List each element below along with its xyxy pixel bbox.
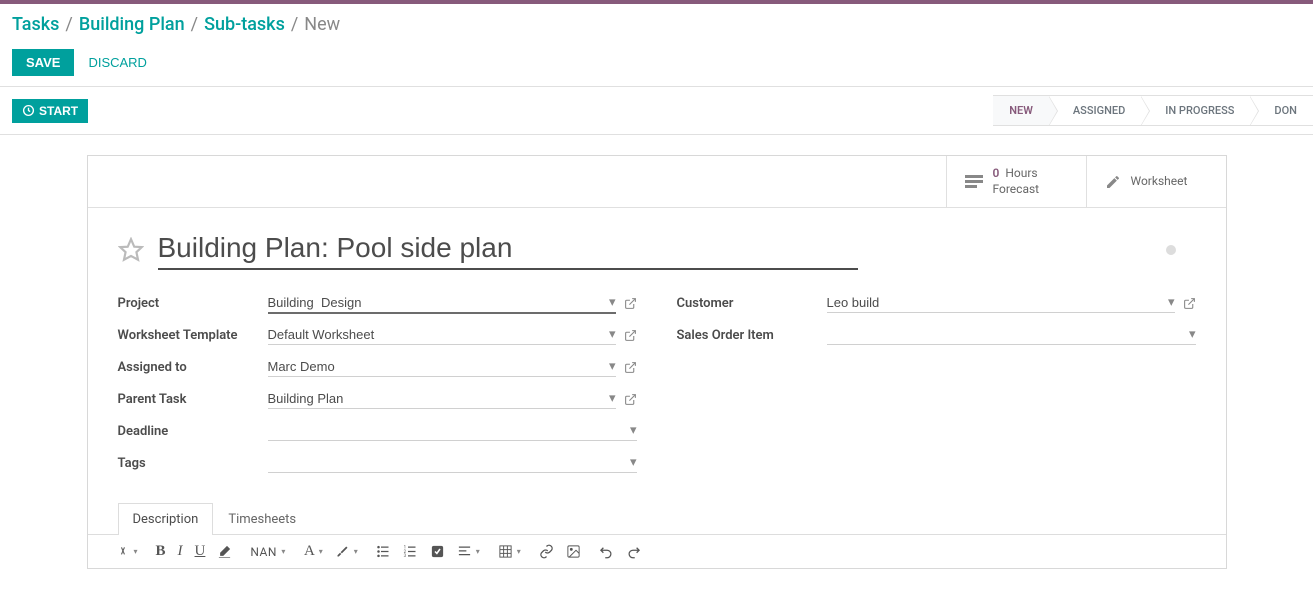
worksheet-template-label: Worksheet Template	[118, 328, 268, 343]
external-link-icon[interactable]	[624, 361, 637, 374]
external-link-icon[interactable]	[624, 329, 637, 342]
sales-order-item-input[interactable]	[827, 327, 1183, 342]
font-color-button[interactable]: A ▾	[304, 543, 323, 560]
caret-down-icon[interactable]: ▾	[630, 455, 637, 470]
assigned-to-field[interactable]: ▾	[268, 357, 616, 377]
numbered-list-icon[interactable]: 123	[403, 544, 418, 559]
tags-label: Tags	[118, 456, 268, 471]
start-button[interactable]: START	[12, 99, 88, 123]
font-size-button[interactable]: NAN ▾	[250, 545, 286, 559]
underline-button[interactable]: U	[195, 543, 206, 560]
caret-down-icon[interactable]: ▾	[630, 423, 637, 438]
caret-down-icon[interactable]: ▾	[1189, 327, 1196, 342]
external-link-icon[interactable]	[1183, 297, 1196, 310]
deadline-label: Deadline	[118, 424, 268, 439]
breadcrumb-building-plan[interactable]: Building Plan	[79, 14, 185, 35]
external-link-icon[interactable]	[624, 393, 637, 406]
star-icon[interactable]	[118, 237, 144, 263]
align-button[interactable]: ▾	[457, 544, 480, 559]
form-sheet: 0 Hours Forecast Worksheet Project	[87, 155, 1227, 569]
stage-in-progress[interactable]: IN PROGRESS	[1141, 95, 1250, 126]
stage-done[interactable]: DON	[1250, 95, 1313, 126]
hours-label: Hours	[1005, 166, 1037, 180]
forecast-label: Forecast	[993, 182, 1040, 198]
clock-icon	[22, 104, 35, 117]
customer-label: Customer	[677, 296, 827, 311]
stage-flow: NEW ASSIGNED IN PROGRESS DON	[993, 95, 1313, 126]
parent-task-field[interactable]: ▾	[268, 389, 616, 409]
checklist-icon[interactable]	[430, 544, 445, 559]
tags-input[interactable]	[268, 455, 624, 470]
sales-order-item-label: Sales Order Item	[677, 328, 827, 343]
editor-toolbar: ▾ B I U NAN ▾ A ▾ ▾ 123 ▾ ▾	[88, 535, 1226, 568]
bold-button[interactable]: B	[156, 543, 166, 560]
eraser-icon[interactable]	[217, 544, 232, 559]
task-title-input[interactable]	[158, 230, 858, 270]
status-dot[interactable]	[1166, 245, 1176, 255]
hours-value: 0	[993, 166, 1000, 180]
worksheet-template-input[interactable]	[268, 327, 603, 342]
breadcrumb: Tasks / Building Plan / Sub-tasks / New	[0, 4, 1313, 39]
breadcrumb-separator: /	[291, 14, 298, 35]
hours-forecast-button[interactable]: 0 Hours Forecast	[946, 156, 1086, 207]
bullet-list-icon[interactable]	[376, 544, 391, 559]
external-link-icon[interactable]	[624, 297, 637, 310]
svg-text:3: 3	[403, 554, 406, 559]
start-button-label: START	[39, 104, 78, 118]
breadcrumb-current: New	[304, 14, 340, 35]
image-icon[interactable]	[566, 544, 581, 559]
customer-field[interactable]: ▾	[827, 293, 1175, 313]
redo-icon[interactable]	[626, 544, 641, 559]
breadcrumb-tasks[interactable]: Tasks	[12, 14, 59, 35]
save-button[interactable]: SAVE	[12, 49, 74, 76]
sales-order-item-field[interactable]: ▾	[827, 325, 1196, 345]
breadcrumb-separator: /	[65, 14, 72, 35]
deadline-field[interactable]: ▾	[268, 421, 637, 441]
discard-button[interactable]: DISCARD	[88, 55, 147, 70]
highlight-button[interactable]: ▾	[335, 544, 358, 559]
caret-down-icon[interactable]: ▾	[609, 391, 616, 406]
pencil-icon	[1105, 174, 1121, 190]
toolbar-format-icon[interactable]: ▾	[118, 545, 138, 559]
parent-task-input[interactable]	[268, 391, 603, 406]
stage-assigned[interactable]: ASSIGNED	[1049, 95, 1141, 126]
worksheet-button[interactable]: Worksheet	[1086, 156, 1226, 207]
list-icon	[965, 175, 983, 189]
undo-icon[interactable]	[599, 544, 614, 559]
breadcrumb-sub-tasks[interactable]: Sub-tasks	[204, 14, 285, 35]
worksheet-label: Worksheet	[1131, 174, 1188, 190]
stage-new[interactable]: NEW	[993, 95, 1049, 126]
worksheet-template-field[interactable]: ▾	[268, 325, 616, 345]
tab-timesheets[interactable]: Timesheets	[213, 503, 311, 535]
caret-down-icon[interactable]: ▾	[609, 359, 616, 374]
tab-description[interactable]: Description	[118, 503, 214, 535]
link-icon[interactable]	[539, 544, 554, 559]
tags-field[interactable]: ▾	[268, 453, 637, 473]
breadcrumb-separator: /	[191, 14, 198, 35]
assigned-to-input[interactable]	[268, 359, 603, 374]
caret-down-icon[interactable]: ▾	[609, 327, 616, 342]
project-field[interactable]: ▾	[268, 293, 616, 314]
italic-button[interactable]: I	[178, 543, 183, 560]
caret-down-icon[interactable]: ▾	[609, 295, 616, 310]
parent-task-label: Parent Task	[118, 392, 268, 407]
project-label: Project	[118, 296, 268, 311]
assigned-to-label: Assigned to	[118, 360, 268, 375]
customer-input[interactable]	[827, 295, 1162, 310]
project-input[interactable]	[268, 295, 603, 310]
table-button[interactable]: ▾	[498, 544, 521, 559]
deadline-input[interactable]	[268, 423, 624, 438]
caret-down-icon[interactable]: ▾	[1168, 295, 1175, 310]
